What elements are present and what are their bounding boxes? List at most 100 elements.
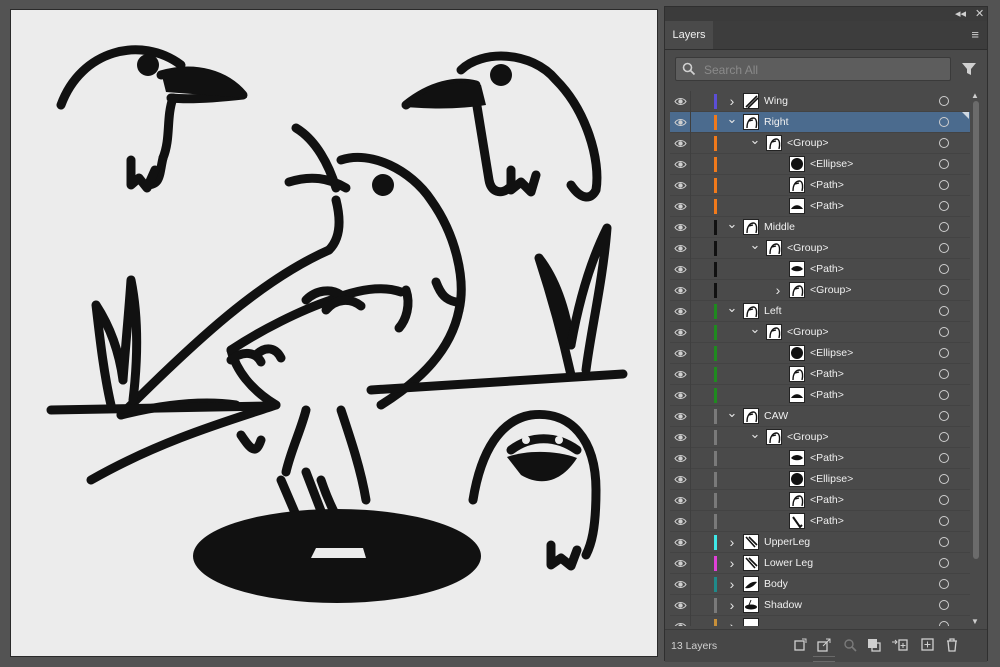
new-layer-icon[interactable] — [921, 638, 935, 652]
layer-row[interactable]: <Path> — [670, 385, 970, 406]
target-circle-icon[interactable] — [939, 96, 949, 106]
layer-name[interactable]: <Path> — [810, 448, 844, 469]
lock-column[interactable] — [690, 91, 691, 112]
lock-column[interactable] — [690, 175, 691, 196]
search-input[interactable] — [702, 60, 946, 80]
visibility-eye-icon[interactable] — [674, 305, 687, 323]
layer-row[interactable]: <Ellipse> — [670, 343, 970, 364]
collapse-chevron-icon[interactable]: ⌄ — [726, 406, 738, 427]
visibility-eye-icon[interactable] — [674, 620, 687, 626]
layer-row[interactable]: › Shadow — [670, 595, 970, 616]
target-circle-icon[interactable] — [939, 243, 949, 253]
lock-column[interactable] — [690, 301, 691, 322]
collect-export-icon[interactable] — [793, 638, 807, 652]
visibility-eye-icon[interactable] — [674, 200, 687, 218]
layer-row[interactable]: ⌄ Right — [670, 112, 970, 133]
layer-name[interactable]: <Group> — [787, 427, 828, 448]
target-circle-icon[interactable] — [939, 264, 949, 274]
visibility-eye-icon[interactable] — [674, 494, 687, 512]
expand-chevron-icon[interactable]: › — [726, 553, 738, 574]
layer-row[interactable]: ⌄ <Group> — [670, 238, 970, 259]
target-circle-icon[interactable] — [939, 327, 949, 337]
target-circle-icon[interactable] — [939, 495, 949, 505]
expand-chevron-icon[interactable]: › — [726, 91, 738, 112]
layer-name[interactable]: <Path> — [810, 511, 844, 532]
target-circle-icon[interactable] — [939, 411, 949, 421]
lock-column[interactable] — [690, 217, 691, 238]
new-sublayer-icon[interactable] — [891, 638, 909, 652]
layer-name[interactable]: Lower Leg — [764, 553, 813, 574]
layer-name[interactable]: <Path> — [810, 364, 844, 385]
visibility-eye-icon[interactable] — [674, 431, 687, 449]
target-circle-icon[interactable] — [939, 537, 949, 547]
layer-list-scrollbar[interactable]: ▲ ▼ — [971, 91, 981, 626]
layer-row[interactable]: <Path> — [670, 490, 970, 511]
target-circle-icon[interactable] — [939, 369, 949, 379]
layer-name[interactable]: UpperLeg — [764, 532, 810, 553]
collapse-chevron-icon[interactable]: ⌄ — [726, 301, 738, 322]
layer-row[interactable]: › <Group> — [670, 280, 970, 301]
target-circle-icon[interactable] — [939, 159, 949, 169]
expand-chevron-icon[interactable]: › — [726, 574, 738, 595]
layer-row[interactable]: <Path> — [670, 175, 970, 196]
collapse-chevron-icon[interactable]: ⌄ — [726, 112, 738, 133]
lock-column[interactable] — [690, 196, 691, 217]
expand-chevron-icon[interactable]: › — [726, 532, 738, 553]
layer-row[interactable]: <Path> — [670, 364, 970, 385]
lock-column[interactable] — [690, 154, 691, 175]
layer-row[interactable]: › UpperLeg — [670, 532, 970, 553]
lock-column[interactable] — [690, 259, 691, 280]
expand-chevron-icon[interactable]: › — [726, 595, 738, 616]
visibility-eye-icon[interactable] — [674, 368, 687, 386]
target-circle-icon[interactable] — [939, 306, 949, 316]
visibility-eye-icon[interactable] — [674, 347, 687, 365]
layer-name[interactable]: <Path> — [810, 259, 844, 280]
target-circle-icon[interactable] — [939, 600, 949, 610]
layer-name[interactable]: CAW — [764, 406, 788, 427]
layer-name[interactable]: Body — [764, 574, 788, 595]
layer-name[interactable]: <Ellipse> — [810, 343, 853, 364]
target-circle-icon[interactable] — [939, 348, 949, 358]
layer-name[interactable]: <Group> — [787, 133, 828, 154]
visibility-eye-icon[interactable] — [674, 578, 687, 596]
visibility-eye-icon[interactable] — [674, 536, 687, 554]
panel-resize-grip[interactable] — [813, 656, 835, 662]
visibility-eye-icon[interactable] — [674, 242, 687, 260]
layer-row[interactable]: <Path> — [670, 196, 970, 217]
visibility-eye-icon[interactable] — [674, 158, 687, 176]
layer-name[interactable]: <Path> — [810, 385, 844, 406]
layer-name[interactable]: <Path> — [810, 196, 844, 217]
target-circle-icon[interactable] — [939, 579, 949, 589]
close-panel-icon[interactable]: ✕ — [975, 7, 984, 21]
layer-name[interactable]: Wing — [764, 91, 788, 112]
lock-column[interactable] — [690, 322, 691, 343]
target-circle-icon[interactable] — [939, 558, 949, 568]
visibility-eye-icon[interactable] — [674, 473, 687, 491]
collapse-chevron-icon[interactable]: ⌄ — [749, 238, 761, 259]
lock-column[interactable] — [690, 280, 691, 301]
lock-column[interactable] — [690, 574, 691, 595]
layer-name[interactable]: Right — [764, 112, 789, 133]
export-icon[interactable] — [817, 638, 831, 652]
lock-column[interactable] — [690, 364, 691, 385]
lock-column[interactable] — [690, 490, 691, 511]
target-circle-icon[interactable] — [939, 432, 949, 442]
lock-column[interactable] — [690, 469, 691, 490]
layer-row[interactable]: ⌄ <Group> — [670, 427, 970, 448]
trash-icon[interactable] — [945, 638, 959, 652]
panel-menu-icon[interactable]: ≡ — [971, 27, 979, 42]
visibility-eye-icon[interactable] — [674, 221, 687, 239]
layer-row[interactable]: › Lower Leg — [670, 553, 970, 574]
visibility-eye-icon[interactable] — [674, 389, 687, 407]
lock-column[interactable] — [690, 616, 691, 626]
visibility-eye-icon[interactable] — [674, 179, 687, 197]
layer-name[interactable]: <Ellipse> — [810, 154, 853, 175]
layer-row[interactable]: › Body — [670, 574, 970, 595]
lock-column[interactable] — [690, 343, 691, 364]
scroll-down-icon[interactable]: ▼ — [971, 617, 979, 626]
layer-row[interactable]: ⌄ <Group> — [670, 133, 970, 154]
artboard-canvas[interactable] — [10, 9, 658, 657]
visibility-eye-icon[interactable] — [674, 326, 687, 344]
collapse-chevron-icon[interactable]: ⌄ — [726, 217, 738, 238]
visibility-eye-icon[interactable] — [674, 599, 687, 617]
